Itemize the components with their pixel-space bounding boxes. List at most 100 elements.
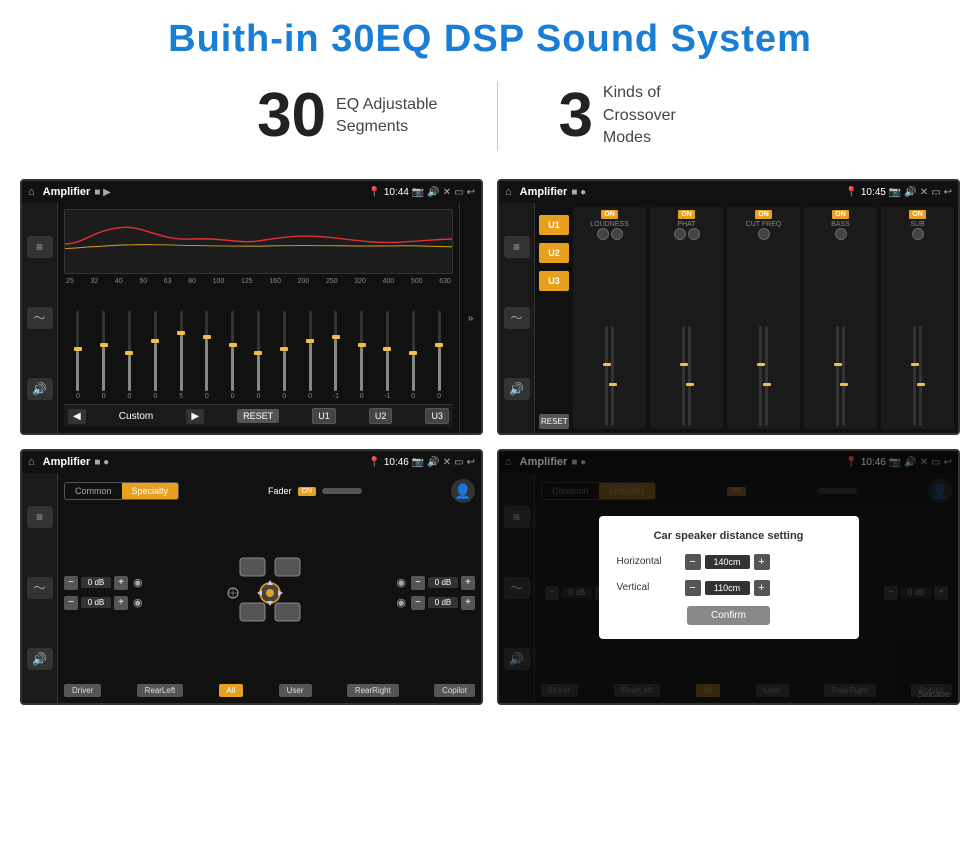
xover-back-icon[interactable]: ↩ — [944, 187, 952, 198]
xover-knob-4[interactable] — [912, 228, 924, 240]
xover-panel-body: ≡ 〜 🔊 U1 U2 U3 RESET ON LOUDNESS — [499, 203, 958, 433]
xover-on-4[interactable]: ON — [909, 210, 926, 219]
xover-knob-1[interactable] — [674, 228, 686, 240]
back-icon[interactable]: ↩ — [467, 187, 475, 198]
stat-eq: 30 EQ AdjustableSegments — [197, 85, 497, 147]
freq-32: 32 — [90, 278, 98, 285]
eq-reset-btn[interactable]: RESET — [237, 409, 279, 423]
db-plus-fr[interactable]: + — [461, 576, 475, 590]
eq-expand-btn[interactable]: » — [459, 203, 481, 433]
db-plus-rl[interactable]: + — [114, 596, 128, 610]
eq-slider-8[interactable]: 0 — [272, 311, 296, 400]
all-label-btn[interactable]: All — [219, 684, 244, 697]
dialog-horizontal-minus[interactable]: − — [685, 554, 701, 570]
eq-next-btn[interactable]: ▶ — [186, 409, 204, 424]
dialog-confirm-btn[interactable]: Confirm — [687, 606, 770, 625]
xover-track2-0[interactable] — [611, 326, 614, 426]
dialog-horizontal-plus[interactable]: + — [754, 554, 770, 570]
eq-slider-7[interactable]: 0 — [247, 311, 271, 400]
eq-slider-12[interactable]: -1 — [376, 311, 400, 400]
fader-on-btn[interactable]: ON — [298, 487, 317, 496]
dialog-vertical-plus[interactable]: + — [754, 580, 770, 596]
dialog-row-horizontal: Horizontal − 140cm + — [617, 554, 841, 570]
fader-tab-group: Common Specialty — [64, 482, 179, 500]
eq-slider-0[interactable]: 0 — [66, 311, 90, 400]
xover-on-0[interactable]: ON — [601, 210, 618, 219]
dialog-vertical-minus[interactable]: − — [685, 580, 701, 596]
xover-location-icon: 📍 — [845, 187, 857, 198]
eq-slider-13[interactable]: 0 — [401, 311, 425, 400]
dialog-vertical-value: 110cm — [705, 581, 750, 595]
eq-icon-1[interactable]: ≡ — [27, 236, 53, 258]
xover-icon-3[interactable]: 🔊 — [504, 378, 530, 400]
xover-home-icon[interactable]: ⌂ — [505, 186, 512, 198]
db-plus-rr[interactable]: + — [461, 596, 475, 610]
home-icon[interactable]: ⌂ — [28, 186, 35, 198]
xover-knob2-0[interactable] — [611, 228, 623, 240]
eq-slider-1[interactable]: 0 — [92, 311, 116, 400]
xover-on-2[interactable]: ON — [755, 210, 772, 219]
xover-knob-3[interactable] — [835, 228, 847, 240]
eq-slider-6[interactable]: 0 — [221, 311, 245, 400]
xover-on-1[interactable]: ON — [678, 210, 695, 219]
eq-slider-11[interactable]: 0 — [350, 311, 374, 400]
xover-track-2[interactable] — [759, 326, 762, 426]
eq-slider-4[interactable]: 5 — [169, 311, 193, 400]
xover-track-3[interactable] — [836, 326, 839, 426]
xover-track-1[interactable] — [682, 326, 685, 426]
db-minus-fr[interactable]: − — [411, 576, 425, 590]
db-minus-rr[interactable]: − — [411, 596, 425, 610]
driver-label-btn[interactable]: Driver — [64, 684, 101, 697]
fader-back-icon[interactable]: ↩ — [467, 457, 475, 468]
xover-u3-btn[interactable]: U3 — [539, 271, 569, 291]
xover-icon-1[interactable]: ≡ — [504, 236, 530, 258]
fader-slider-mini[interactable] — [322, 488, 362, 494]
eq-icon-2[interactable]: 〜 — [27, 307, 53, 329]
xover-track2-4[interactable] — [919, 326, 922, 426]
eq-slider-14[interactable]: 0 — [427, 311, 451, 400]
db-minus-rl[interactable]: − — [64, 596, 78, 610]
xover-track-4[interactable] — [913, 326, 916, 426]
xover-channel-loudness: ON LOUDNESS — [573, 207, 646, 429]
xover-track2-2[interactable] — [765, 326, 768, 426]
xover-icon-2[interactable]: 〜 — [504, 307, 530, 329]
user-label-btn[interactable]: User — [279, 684, 312, 697]
eq-u2-btn[interactable]: U2 — [369, 408, 393, 424]
eq-slider-9[interactable]: 0 — [298, 311, 322, 400]
eq-slider-10[interactable]: -1 — [324, 311, 348, 400]
eq-graph — [64, 209, 453, 274]
rearleft-label-btn[interactable]: RearLeft — [137, 684, 184, 697]
xover-on-3[interactable]: ON — [832, 210, 849, 219]
stat-crossover-label: Kinds ofCrossover Modes — [603, 82, 723, 149]
fader-icon-2[interactable]: 〜 — [27, 577, 53, 599]
eq-icon-3[interactable]: 🔊 — [27, 378, 53, 400]
eq-u3-btn[interactable]: U3 — [425, 408, 449, 424]
fader-home-icon[interactable]: ⌂ — [28, 456, 35, 468]
eq-u1-btn[interactable]: U1 — [312, 408, 336, 424]
fader-icon-1[interactable]: ≡ — [27, 506, 53, 528]
xover-reset-btn[interactable]: RESET — [539, 414, 569, 429]
speaker-center-area — [155, 548, 385, 638]
xover-knob-2[interactable] — [758, 228, 770, 240]
xover-knob2-1[interactable] — [688, 228, 700, 240]
fader-icon-3[interactable]: 🔊 — [27, 648, 53, 670]
xover-track2-3[interactable] — [842, 326, 845, 426]
tab-common[interactable]: Common — [65, 483, 122, 499]
copilot-label-btn[interactable]: Copilot — [434, 684, 475, 697]
rearright-label-btn[interactable]: RearRight — [347, 684, 399, 697]
eq-slider-2[interactable]: 0 — [118, 311, 142, 400]
xover-u1-btn[interactable]: U1 — [539, 215, 569, 235]
eq-slider-5[interactable]: 0 — [195, 311, 219, 400]
xover-knob-0[interactable] — [597, 228, 609, 240]
eq-prev-btn[interactable]: ◀ — [68, 409, 86, 424]
tab-specialty[interactable]: Specialty — [122, 483, 179, 499]
eq-slider-3[interactable]: 0 — [143, 311, 167, 400]
person-icon[interactable]: 👤 — [451, 479, 475, 503]
xover-camera-icon: 📷 — [889, 187, 901, 198]
xover-track2-1[interactable] — [688, 326, 691, 426]
db-plus-fl[interactable]: + — [114, 576, 128, 590]
xover-u2-btn[interactable]: U2 — [539, 243, 569, 263]
eq-main-area: 25 32 40 50 63 80 100 125 160 200 250 32… — [58, 203, 459, 433]
xover-track-0[interactable] — [605, 326, 608, 426]
db-minus-fl[interactable]: − — [64, 576, 78, 590]
